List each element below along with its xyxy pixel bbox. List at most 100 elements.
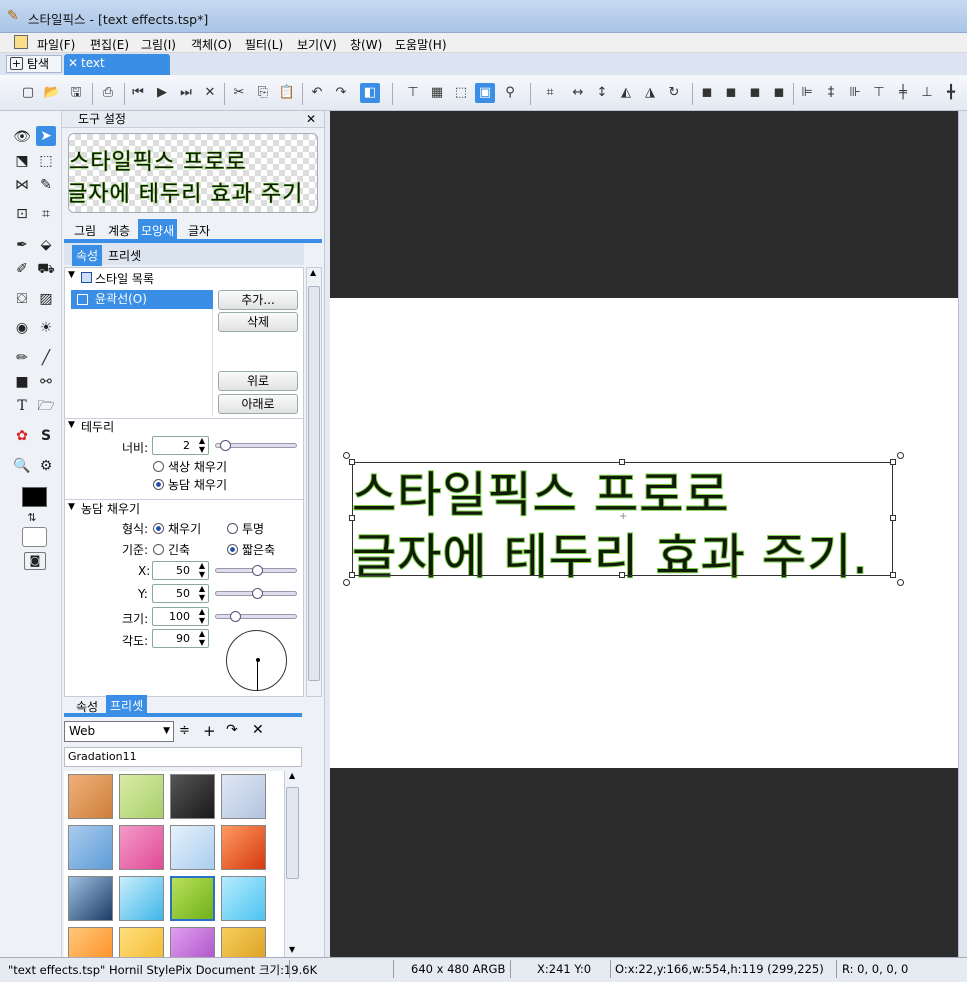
transparent-radio[interactable]: 투명	[227, 520, 264, 537]
marquee-icon[interactable]: ⬚	[36, 151, 56, 171]
first-icon[interactable]: ⏮	[128, 83, 148, 103]
y-slider[interactable]	[215, 588, 297, 599]
ruler-icon[interactable]: ⊤	[403, 83, 423, 103]
move-down-button[interactable]: 아래로	[218, 394, 298, 414]
select-rect-icon[interactable]: ⊡	[12, 204, 32, 224]
pen-icon[interactable]: ✏	[12, 348, 32, 368]
folder-icon[interactable]: 🗁	[36, 396, 56, 416]
undo-icon[interactable]: ↶	[307, 83, 327, 103]
open-icon[interactable]: 📂	[42, 83, 62, 103]
rotate-handle[interactable]	[897, 452, 904, 459]
flip-vertical-icon[interactable]: ↕	[592, 83, 612, 103]
bring-forward-icon[interactable]: ◼	[721, 83, 741, 103]
preset-swatch[interactable]	[170, 927, 215, 957]
send-back-icon[interactable]: ◼	[769, 83, 789, 103]
menu-view[interactable]: 보기(V)	[297, 36, 337, 53]
eraser-icon[interactable]: ⬙	[36, 235, 56, 255]
play-icon[interactable]: ▶	[152, 83, 172, 103]
y-spinner[interactable]: 50 ▲ ▼	[152, 584, 209, 603]
slider-knob[interactable]	[251, 565, 263, 576]
magic-wand-icon[interactable]: ✎	[36, 175, 56, 195]
angle-dial[interactable]	[226, 630, 287, 691]
copy-icon[interactable]: ⎘	[253, 83, 273, 103]
resize-handle[interactable]	[890, 515, 896, 521]
pin-icon[interactable]: ⚲	[500, 83, 520, 103]
preset-name-field[interactable]: Gradation11	[64, 747, 302, 767]
color-fill-radio[interactable]: 색상 채우기	[153, 458, 227, 475]
collapse-gradient-icon[interactable]: ▼	[68, 502, 75, 512]
close-doc-icon[interactable]: ✕	[200, 83, 220, 103]
camera-icon[interactable]: ◙	[24, 552, 46, 570]
preset-swatch[interactable]	[68, 876, 113, 921]
rotate-left-icon[interactable]: ◭	[616, 83, 636, 103]
long-axis-radio[interactable]: 긴축	[153, 541, 190, 558]
eyedropper-icon[interactable]: ⚯	[36, 372, 56, 392]
resize-handle[interactable]	[349, 572, 355, 578]
angle-spinner[interactable]: 90 ▲ ▼	[152, 629, 209, 648]
resize-handle[interactable]	[619, 459, 625, 465]
resize-handle[interactable]	[890, 459, 896, 465]
align-center-icon[interactable]: ‡	[821, 83, 841, 103]
close-panel-icon[interactable]: ✕	[306, 111, 316, 128]
transform-icon[interactable]: ⬔	[12, 151, 32, 171]
size-spinner[interactable]: 100 ▲ ▼	[152, 607, 209, 626]
short-axis-radio[interactable]: 짧은축	[227, 541, 275, 558]
preset-swatch[interactable]	[68, 825, 113, 870]
snap-icon[interactable]: ⬚	[451, 83, 471, 103]
preset-swatch[interactable]	[170, 774, 215, 819]
subtab-presets[interactable]: 프리셋	[108, 247, 141, 264]
tab-explore[interactable]: + 탐색	[6, 55, 62, 73]
background-color[interactable]	[22, 527, 47, 547]
x-spinner[interactable]: 50 ▲ ▼	[152, 561, 209, 580]
zoom-icon[interactable]: 🔍	[12, 456, 32, 476]
preset-swatch[interactable]	[68, 774, 113, 819]
preset-swatch[interactable]	[119, 927, 164, 957]
cut-icon[interactable]: ✂	[229, 83, 249, 103]
fill-radio[interactable]: 채우기	[153, 520, 201, 537]
gradient-fill-radio[interactable]: 농담 채우기	[153, 476, 227, 493]
close-icon[interactable]: ✕	[68, 54, 78, 73]
delete-preset-icon[interactable]: ✕	[252, 722, 264, 738]
clone-icon[interactable]: ✐	[12, 259, 32, 279]
preset-swatch[interactable]	[119, 876, 164, 921]
collapse-icon[interactable]: ▼	[68, 270, 75, 280]
slider-knob[interactable]	[230, 611, 242, 622]
pointer-icon[interactable]: ➤	[36, 126, 56, 146]
swap-colors-icon[interactable]: ⇅	[22, 508, 42, 528]
collapse-border-icon[interactable]: ▼	[68, 420, 75, 430]
bucket-icon[interactable]: ⛋	[12, 289, 32, 309]
spin-arrows-icon[interactable]: ▲ ▼	[199, 584, 205, 602]
rotate-handle[interactable]	[343, 579, 350, 586]
spin-arrows-icon[interactable]: ▲ ▼	[199, 629, 205, 647]
grid-icon[interactable]: ▦	[427, 83, 447, 103]
preset-swatch[interactable]	[119, 774, 164, 819]
right-edge-scrollbar[interactable]	[958, 111, 967, 957]
preset-swatch[interactable]	[221, 876, 266, 921]
lasso-icon[interactable]: ⋈	[12, 175, 32, 195]
next-icon[interactable]: ⏭	[176, 83, 196, 103]
resize-handle[interactable]	[349, 459, 355, 465]
gradient-tool-icon[interactable]: ▨	[36, 289, 56, 309]
border-width-slider[interactable]	[215, 440, 297, 451]
add-preset-icon[interactable]: +	[203, 722, 216, 740]
menu-image[interactable]: 그림(I)	[141, 36, 176, 53]
spin-arrows-icon[interactable]: ▲ ▼	[199, 607, 205, 625]
light-icon[interactable]: ☀	[36, 318, 56, 338]
properties-scrollbar[interactable]: ▲	[306, 267, 322, 697]
rotate-right-icon[interactable]: ◮	[640, 83, 660, 103]
panel-toggle-icon[interactable]: ◧	[360, 83, 380, 103]
rotate-180-icon[interactable]: ↻	[664, 83, 684, 103]
crop-tool-icon[interactable]: ⌗	[36, 204, 56, 224]
align-left-icon[interactable]: ⊫	[797, 83, 817, 103]
red-eye-icon[interactable]: ◉	[12, 318, 32, 338]
spin-arrows-icon[interactable]: ▲ ▼	[199, 561, 205, 579]
sort-icon[interactable]: ≑	[179, 723, 190, 738]
bounds-icon[interactable]: ▣	[475, 83, 495, 103]
new-icon[interactable]: ▢	[18, 83, 38, 103]
settings-icon[interactable]: ⚙	[36, 456, 56, 476]
preset-swatch[interactable]	[68, 927, 113, 957]
text-tool-icon[interactable]: T	[12, 396, 32, 416]
menu-file[interactable]: 파일(F)	[37, 36, 75, 53]
paste-icon[interactable]: 📋	[277, 83, 297, 103]
tab-text[interactable]: 글자	[188, 222, 210, 239]
